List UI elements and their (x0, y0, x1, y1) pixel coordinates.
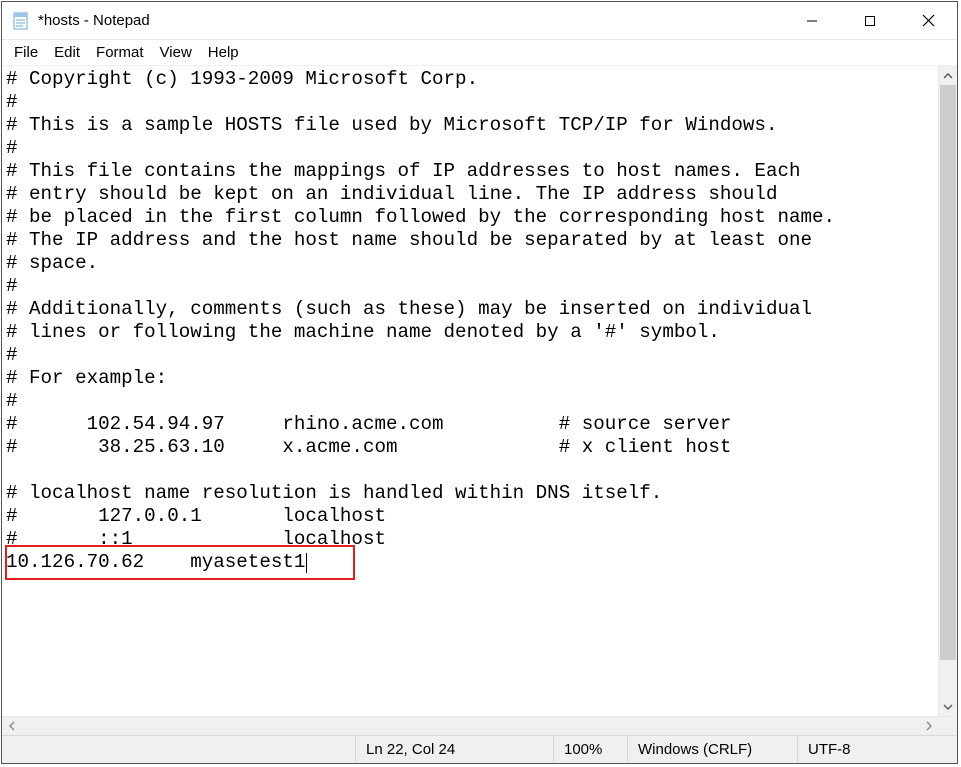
text-line: # 127.0.0.1 localhost (6, 505, 938, 528)
text-line: # 102.54.94.97 rhino.acme.com # source s… (6, 413, 938, 436)
text-line: # 38.25.63.10 x.acme.com # x client host (6, 436, 938, 459)
vertical-scroll-track[interactable] (939, 85, 957, 697)
text-line (6, 459, 938, 482)
menu-format[interactable]: Format (88, 42, 152, 63)
menu-edit[interactable]: Edit (46, 42, 88, 63)
text-line: # (6, 275, 938, 298)
menu-help[interactable]: Help (200, 42, 247, 63)
scroll-corner (938, 717, 957, 735)
status-line-ending: Windows (CRLF) (627, 736, 797, 763)
horizontal-scrollbar[interactable] (2, 716, 957, 735)
text-line: # This is a sample HOSTS file used by Mi… (6, 114, 938, 137)
notepad-window: *hosts - Notepad File Edit Format View H… (1, 1, 958, 764)
window-title: *hosts - Notepad (38, 12, 783, 29)
text-line: # space. (6, 252, 938, 275)
editor-area: # Copyright (c) 1993-2009 Microsoft Corp… (2, 66, 957, 716)
menu-file[interactable]: File (6, 42, 46, 63)
notepad-icon (12, 12, 30, 30)
window-controls (783, 2, 957, 39)
vertical-scrollbar[interactable] (938, 66, 957, 716)
scroll-right-arrow-icon[interactable] (919, 717, 938, 735)
text-line: # (6, 344, 938, 367)
status-cursor-position: Ln 22, Col 24 (355, 736, 553, 763)
text-line: # be placed in the first column followed… (6, 206, 938, 229)
text-line: # (6, 137, 938, 160)
menu-bar: File Edit Format View Help (2, 40, 957, 66)
text-line: # Additionally, comments (such as these)… (6, 298, 938, 321)
status-encoding: UTF-8 (797, 736, 957, 763)
text-line: # lines or following the machine name de… (6, 321, 938, 344)
vertical-scroll-thumb[interactable] (940, 85, 956, 660)
text-caret (306, 553, 307, 573)
text-line: # For example: (6, 367, 938, 390)
minimize-button[interactable] (783, 2, 841, 39)
text-editor[interactable]: # Copyright (c) 1993-2009 Microsoft Corp… (2, 66, 938, 716)
status-zoom: 100% (553, 736, 627, 763)
text-line: # This file contains the mappings of IP … (6, 160, 938, 183)
title-bar: *hosts - Notepad (2, 2, 957, 40)
text-line: # ::1 localhost (6, 528, 938, 551)
maximize-button[interactable] (841, 2, 899, 39)
text-line: # (6, 91, 938, 114)
horizontal-scroll-track[interactable] (21, 717, 919, 735)
scroll-up-arrow-icon[interactable] (939, 66, 957, 85)
text-line: 10.126.70.62 myasetest1 (6, 551, 938, 574)
text-line: # localhost name resolution is handled w… (6, 482, 938, 505)
text-line: # entry should be kept on an individual … (6, 183, 938, 206)
text-line: # The IP address and the host name shoul… (6, 229, 938, 252)
text-line: # (6, 390, 938, 413)
menu-view[interactable]: View (152, 42, 200, 63)
status-spacer (2, 736, 355, 763)
status-bar: Ln 22, Col 24 100% Windows (CRLF) UTF-8 (2, 735, 957, 763)
scroll-down-arrow-icon[interactable] (939, 697, 957, 716)
text-line: # Copyright (c) 1993-2009 Microsoft Corp… (6, 68, 938, 91)
scroll-left-arrow-icon[interactable] (2, 717, 21, 735)
close-button[interactable] (899, 2, 957, 39)
